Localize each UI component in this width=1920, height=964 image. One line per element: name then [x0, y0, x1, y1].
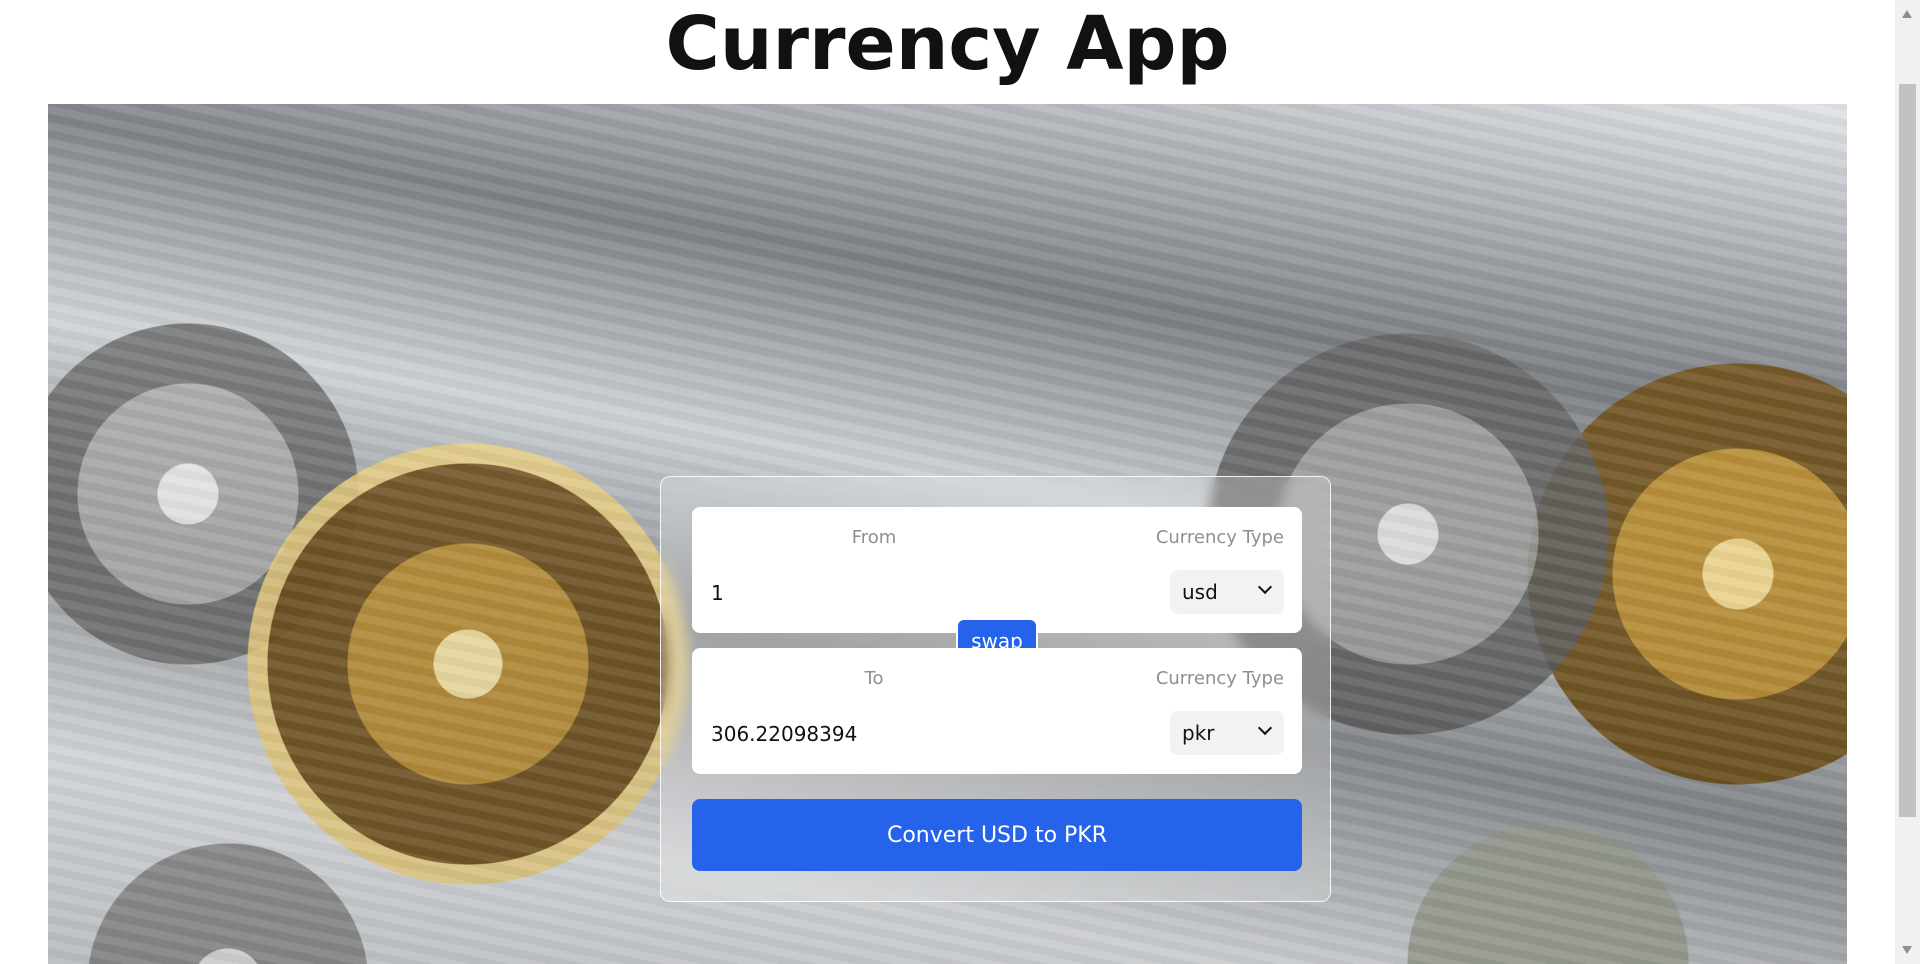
chevron-down-icon — [1257, 720, 1273, 736]
currency-converter-panel: From Currency Type usd swap To Currency … — [660, 476, 1331, 902]
currency-background-image: From Currency Type usd swap To Currency … — [48, 104, 1847, 964]
arrow-up-icon[interactable] — [1902, 10, 1912, 18]
from-label: From — [851, 527, 897, 548]
scrollbar-thumb[interactable] — [1899, 84, 1916, 817]
page-title: Currency App — [665, 1, 1230, 87]
from-amount-input[interactable] — [709, 577, 1029, 609]
from-currency-select[interactable]: usd — [1170, 570, 1284, 614]
arrow-down-icon[interactable] — [1902, 946, 1912, 954]
to-currency-card: To Currency Type pkr — [692, 648, 1302, 774]
currency-app-page: Currency App From Currency Type usd swap… — [0, 0, 1920, 964]
to-label: To — [864, 668, 884, 689]
from-currency-type-label: Currency Type — [1155, 527, 1284, 548]
from-currency-value: usd — [1182, 580, 1218, 604]
chevron-down-icon — [1257, 579, 1273, 595]
to-amount-input[interactable] — [709, 718, 1029, 750]
to-currency-type-label: Currency Type — [1155, 668, 1284, 689]
from-currency-card: From Currency Type usd — [692, 507, 1302, 633]
vertical-scrollbar[interactable] — [1895, 0, 1920, 964]
convert-button[interactable]: Convert USD to PKR — [692, 799, 1302, 871]
to-currency-select[interactable]: pkr — [1170, 711, 1284, 755]
to-currency-value: pkr — [1182, 721, 1215, 745]
